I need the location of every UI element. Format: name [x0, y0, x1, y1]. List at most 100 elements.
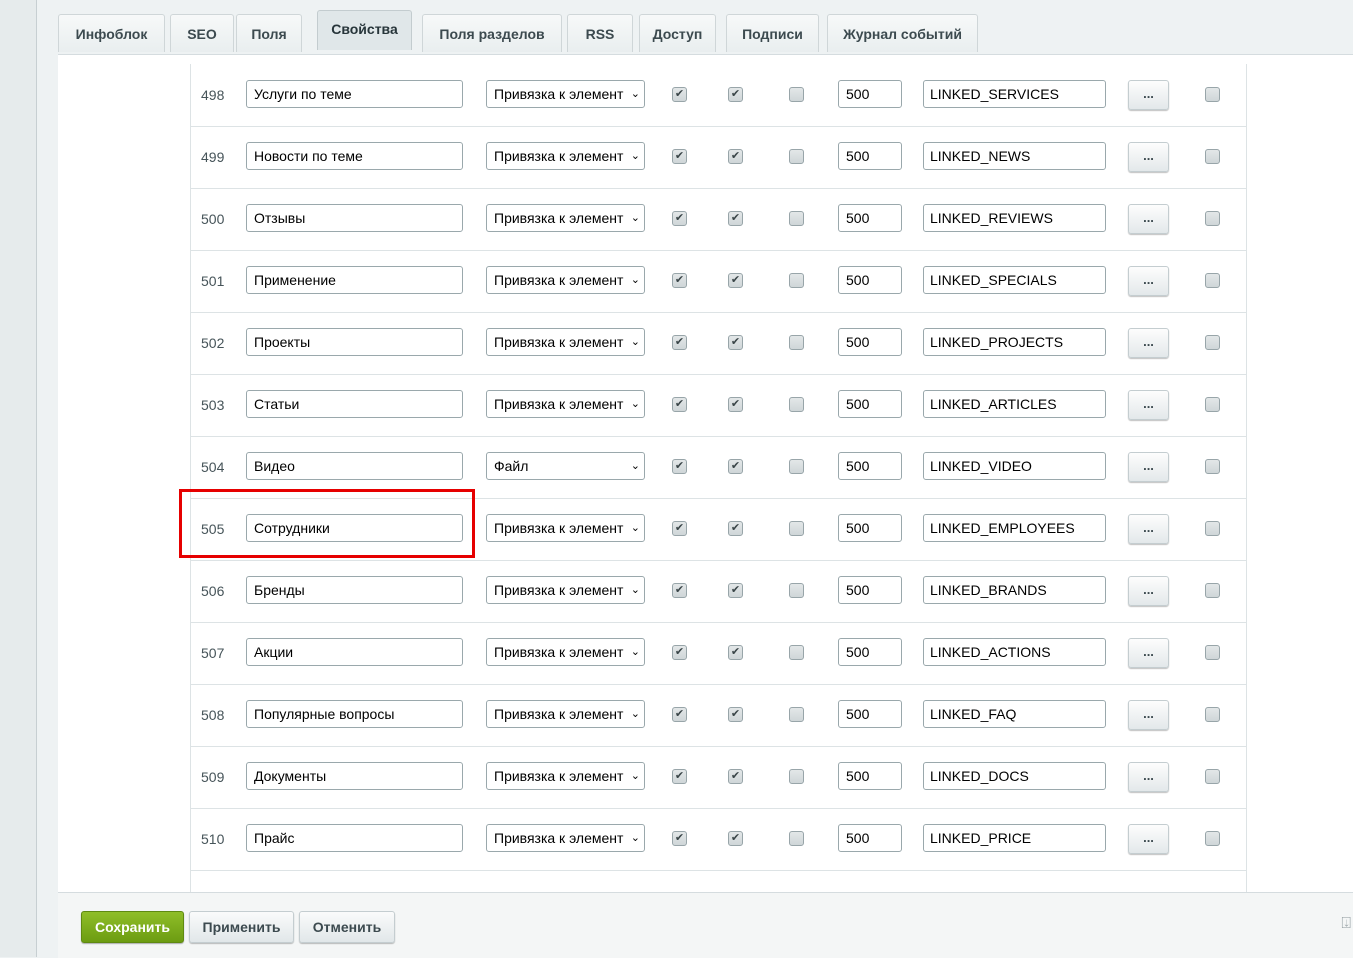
sort-input[interactable]	[838, 452, 902, 480]
sort-input[interactable]	[838, 700, 902, 728]
delete-checkbox[interactable]	[1205, 769, 1220, 784]
sort-input[interactable]	[838, 824, 902, 852]
multiple-checkbox[interactable]: ✔	[728, 211, 743, 226]
multiple-checkbox[interactable]: ✔	[728, 521, 743, 536]
sort-input[interactable]	[838, 576, 902, 604]
delete-checkbox[interactable]	[1205, 149, 1220, 164]
code-input[interactable]	[923, 452, 1106, 480]
required-checkbox[interactable]	[789, 273, 804, 288]
property-type-select[interactable]: Привязка к элемент ⌄	[486, 576, 645, 604]
property-type-select[interactable]: Привязка к элемент ⌄	[486, 204, 645, 232]
code-input[interactable]	[923, 266, 1106, 294]
multiple-checkbox[interactable]: ✔	[728, 707, 743, 722]
multiple-checkbox[interactable]: ✔	[728, 583, 743, 598]
code-input[interactable]	[923, 700, 1106, 728]
required-checkbox[interactable]	[789, 149, 804, 164]
property-type-select[interactable]: Привязка к элемент ⌄	[486, 700, 645, 728]
delete-checkbox[interactable]	[1205, 583, 1220, 598]
more-settings-button[interactable]: ...	[1128, 142, 1169, 172]
required-checkbox[interactable]	[789, 707, 804, 722]
active-checkbox[interactable]: ✔	[672, 459, 687, 474]
multiple-checkbox[interactable]: ✔	[728, 459, 743, 474]
active-checkbox[interactable]: ✔	[672, 211, 687, 226]
code-input[interactable]	[923, 328, 1106, 356]
sort-input[interactable]	[838, 390, 902, 418]
sort-input[interactable]	[838, 638, 902, 666]
delete-checkbox[interactable]	[1205, 87, 1220, 102]
property-name-input[interactable]	[246, 204, 463, 232]
delete-checkbox[interactable]	[1205, 707, 1220, 722]
required-checkbox[interactable]	[789, 583, 804, 598]
multiple-checkbox[interactable]: ✔	[728, 397, 743, 412]
multiple-checkbox[interactable]: ✔	[728, 831, 743, 846]
active-checkbox[interactable]: ✔	[672, 397, 687, 412]
property-type-select[interactable]: Привязка к элемент ⌄	[486, 762, 645, 790]
property-name-input[interactable]	[246, 514, 463, 542]
code-input[interactable]	[923, 390, 1106, 418]
property-name-input[interactable]	[246, 80, 463, 108]
delete-checkbox[interactable]	[1205, 459, 1220, 474]
multiple-checkbox[interactable]: ✔	[728, 335, 743, 350]
required-checkbox[interactable]	[789, 459, 804, 474]
property-name-input[interactable]	[246, 452, 463, 480]
sort-input[interactable]	[838, 762, 902, 790]
property-name-input[interactable]	[246, 328, 463, 356]
property-name-input[interactable]	[246, 638, 463, 666]
more-settings-button[interactable]: ...	[1128, 452, 1169, 482]
more-settings-button[interactable]: ...	[1128, 762, 1169, 792]
delete-checkbox[interactable]	[1205, 397, 1220, 412]
required-checkbox[interactable]	[789, 521, 804, 536]
required-checkbox[interactable]	[789, 397, 804, 412]
tab-8[interactable]: Журнал событий	[827, 14, 978, 52]
tab-7[interactable]: Подписи	[726, 14, 819, 52]
more-settings-button[interactable]: ...	[1128, 204, 1169, 234]
property-name-input[interactable]	[246, 266, 463, 294]
active-checkbox[interactable]: ✔	[672, 149, 687, 164]
required-checkbox[interactable]	[789, 211, 804, 226]
tab-5[interactable]: RSS	[567, 14, 633, 52]
property-type-select[interactable]: Привязка к элемент ⌄	[486, 266, 645, 294]
property-name-input[interactable]	[246, 700, 463, 728]
required-checkbox[interactable]	[789, 831, 804, 846]
more-settings-button[interactable]: ...	[1128, 700, 1169, 730]
delete-checkbox[interactable]	[1205, 211, 1220, 226]
required-checkbox[interactable]	[789, 335, 804, 350]
code-input[interactable]	[923, 824, 1106, 852]
active-checkbox[interactable]: ✔	[672, 335, 687, 350]
more-settings-button[interactable]: ...	[1128, 328, 1169, 358]
delete-checkbox[interactable]	[1205, 335, 1220, 350]
cancel-button[interactable]: Отменить	[299, 911, 395, 943]
property-type-select[interactable]: Привязка к элемент ⌄	[486, 638, 645, 666]
tab-3[interactable]: Свойства	[317, 10, 412, 50]
active-checkbox[interactable]: ✔	[672, 831, 687, 846]
more-settings-button[interactable]: ...	[1128, 638, 1169, 668]
multiple-checkbox[interactable]: ✔	[728, 87, 743, 102]
property-type-select[interactable]: Привязка к элемент ⌄	[486, 328, 645, 356]
property-type-select[interactable]: Файл ⌄	[486, 452, 645, 480]
property-type-select[interactable]: Привязка к элемент ⌄	[486, 514, 645, 542]
property-type-select[interactable]: Привязка к элемент ⌄	[486, 142, 645, 170]
multiple-checkbox[interactable]: ✔	[728, 273, 743, 288]
property-name-input[interactable]	[246, 824, 463, 852]
more-settings-button[interactable]: ...	[1128, 266, 1169, 296]
required-checkbox[interactable]	[789, 769, 804, 784]
property-type-select[interactable]: Привязка к элемент ⌄	[486, 390, 645, 418]
active-checkbox[interactable]: ✔	[672, 645, 687, 660]
code-input[interactable]	[923, 204, 1106, 232]
tab-6[interactable]: Доступ	[639, 14, 716, 52]
more-settings-button[interactable]: ...	[1128, 514, 1169, 544]
multiple-checkbox[interactable]: ✔	[728, 769, 743, 784]
code-input[interactable]	[923, 142, 1106, 170]
property-name-input[interactable]	[246, 762, 463, 790]
delete-checkbox[interactable]	[1205, 273, 1220, 288]
code-input[interactable]	[923, 762, 1106, 790]
more-settings-button[interactable]: ...	[1128, 824, 1169, 854]
sort-input[interactable]	[838, 80, 902, 108]
more-settings-button[interactable]: ...	[1128, 576, 1169, 606]
tab-0[interactable]: Инфоблок	[58, 14, 165, 52]
sort-input[interactable]	[838, 514, 902, 542]
more-settings-button[interactable]: ...	[1128, 80, 1169, 110]
delete-checkbox[interactable]	[1205, 831, 1220, 846]
code-input[interactable]	[923, 638, 1106, 666]
save-button[interactable]: Сохранить	[81, 911, 184, 943]
